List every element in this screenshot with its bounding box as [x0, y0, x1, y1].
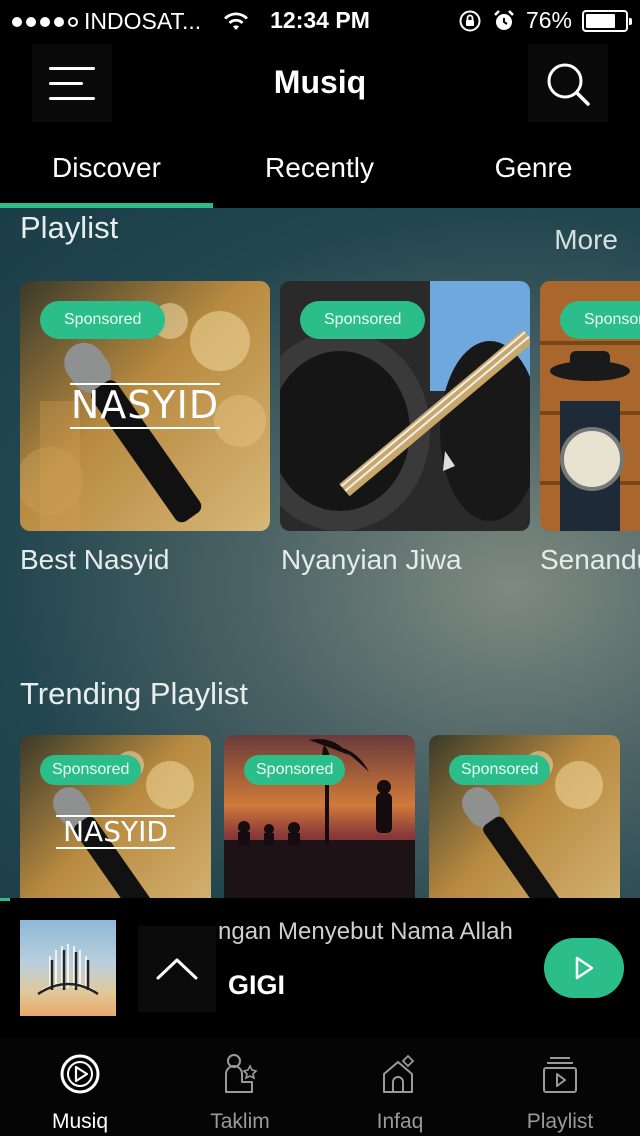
- rotation-lock-icon: [459, 10, 481, 31]
- mini-player[interactable]: ngan Menyebut Nama Allah GIGI: [0, 898, 640, 1038]
- tab-genre[interactable]: Genre: [427, 126, 640, 208]
- playlist-card-nyanyian-jiwa[interactable]: Sponsored: [280, 281, 530, 531]
- now-playing-artist: GIGI: [228, 970, 286, 1000]
- chevron-up-icon: [156, 958, 198, 980]
- search-icon: [547, 63, 590, 106]
- sponsored-badge: Sponsored: [40, 755, 142, 785]
- nasyid-art-text: NASYID: [70, 383, 220, 429]
- sponsored-badge: Sponsor: [560, 301, 640, 339]
- alarm-icon: [494, 9, 514, 30]
- playlist-card-title: Nyanyian Jiwa: [281, 544, 462, 575]
- nav-label: Taklim: [210, 1110, 270, 1133]
- now-playing-title: ngan Menyebut Nama Allah: [218, 918, 513, 945]
- search-button[interactable]: [528, 44, 608, 122]
- tab-bar: Discover Recently Genre: [0, 126, 640, 208]
- play-circle-icon: [60, 1054, 100, 1094]
- battery-icon: [582, 9, 632, 32]
- sponsored-badge: Sponsored: [40, 301, 166, 339]
- trending-section-title: Trending Playlist: [20, 676, 249, 711]
- playback-progress: [0, 898, 10, 901]
- nav-taklim[interactable]: Taklim: [160, 1038, 320, 1136]
- play-icon: [575, 956, 594, 980]
- playlist-card-senandu[interactable]: Sponsor: [540, 281, 640, 531]
- nav-label: Infaq: [376, 1110, 424, 1133]
- playlist-card-title: Best Nasyid: [20, 544, 170, 575]
- bottom-navigation: Musiq Taklim Infaq Playlist: [0, 1038, 640, 1136]
- playlist-stack-icon: [543, 1057, 577, 1093]
- donation-house-icon: [383, 1054, 415, 1093]
- playlist-section-title: Playlist: [20, 210, 119, 245]
- battery-percent: 76%: [525, 7, 572, 33]
- nav-label: Playlist: [526, 1110, 594, 1133]
- more-link[interactable]: More: [554, 224, 618, 256]
- play-button[interactable]: [544, 938, 624, 998]
- tab-discover[interactable]: Discover: [0, 126, 213, 208]
- trending-card[interactable]: Sponsored NASYID: [20, 735, 211, 898]
- playlist-card-best-nasyid[interactable]: Sponsored NASYID: [20, 281, 270, 531]
- nav-infaq[interactable]: Infaq: [320, 1038, 480, 1136]
- status-right-group: 76%: [458, 7, 632, 34]
- sponsored-badge: Sponsored: [300, 301, 426, 339]
- nasyid-art-text: NASYID: [56, 815, 175, 849]
- album-art[interactable]: [20, 920, 116, 1016]
- nav-label: Musiq: [51, 1110, 109, 1133]
- sponsored-badge: Sponsored: [449, 755, 551, 785]
- discover-content[interactable]: Playlist More Sponsored NASYID Sponsored…: [0, 208, 640, 898]
- nav-playlist[interactable]: Playlist: [480, 1038, 640, 1136]
- tab-recently[interactable]: Recently: [213, 126, 426, 208]
- sponsored-badge: Sponsored: [244, 755, 346, 785]
- playlist-card-title: Senandu: [540, 544, 640, 575]
- trending-card[interactable]: Sponsored: [224, 735, 415, 898]
- teacher-icon: [225, 1054, 258, 1093]
- trending-card[interactable]: Sponsored: [429, 735, 620, 898]
- app-header: Musiq: [0, 40, 640, 126]
- expand-player-button[interactable]: [138, 926, 216, 1012]
- status-bar: INDOSAT... 12:34 PM 76%: [0, 0, 640, 40]
- nav-musiq[interactable]: Musiq: [0, 1038, 160, 1136]
- calligraphy-artwork: [37, 944, 99, 996]
